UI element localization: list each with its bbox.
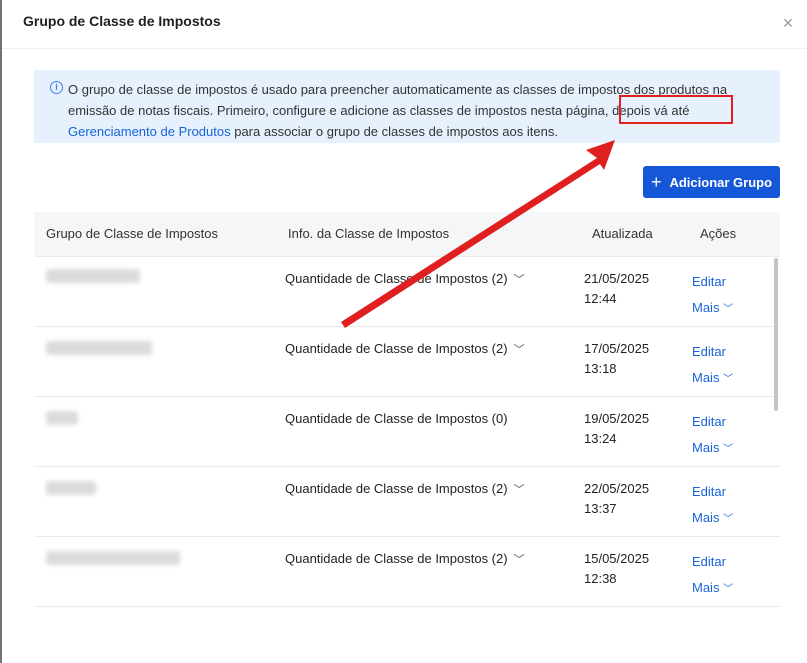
actions-cell: Editar Mais ﹀ (692, 549, 733, 603)
plus-icon: + (650, 172, 662, 192)
more-label: Mais (692, 510, 720, 525)
tax-class-quantity[interactable]: Quantidade de Classe de Impostos (2) ﹀ (285, 481, 525, 497)
tax-class-quantity[interactable]: Quantidade de Classe de Impostos (2) ﹀ (285, 551, 525, 567)
more-dropdown[interactable]: Mais ﹀ (692, 575, 733, 603)
group-name-redacted (46, 269, 140, 283)
updated-date: 21/05/2025 (584, 271, 650, 286)
edit-link[interactable]: Editar (692, 269, 733, 295)
actions-cell: Editar Mais ﹀ (692, 479, 733, 533)
more-dropdown[interactable]: Mais ﹀ (692, 505, 733, 533)
edit-link[interactable]: Editar (692, 549, 733, 575)
updated-time: 12:38 (584, 571, 617, 586)
table-header: Grupo de Classe de Impostos Info. da Cla… (34, 212, 780, 257)
group-name-redacted (46, 341, 152, 355)
tax-group-table: Grupo de Classe de Impostos Info. da Cla… (34, 212, 780, 607)
actions-cell: Editar Mais ﹀ (692, 409, 733, 463)
edit-link[interactable]: Editar (692, 339, 733, 365)
quantity-label: Quantidade de Classe de Impostos (2) (285, 271, 508, 286)
product-management-link[interactable]: Gerenciamento de Produtos (68, 124, 231, 139)
header-actions: Ações (700, 226, 737, 241)
actions-cell: Editar Mais ﹀ (692, 269, 733, 323)
chevron-down-icon: ﹀ (723, 444, 734, 455)
updated-time: 12:44 (584, 291, 617, 306)
info-icon: i (50, 81, 63, 94)
updated-cell: 21/05/2025 12:44 (584, 269, 649, 309)
quantity-label: Quantidade de Classe de Impostos (2) (285, 551, 508, 566)
table-row: Quantidade de Classe de Impostos (0) 19/… (34, 397, 780, 467)
chevron-down-icon: ﹀ (723, 374, 734, 385)
chevron-down-icon[interactable]: ﹀ (514, 551, 525, 567)
updated-cell: 22/05/2025 13:37 (584, 479, 649, 519)
more-dropdown[interactable]: Mais ﹀ (692, 435, 733, 463)
edit-link[interactable]: Editar (692, 409, 733, 435)
more-dropdown[interactable]: Mais ﹀ (692, 295, 733, 323)
chevron-down-icon[interactable]: ﹀ (514, 481, 525, 497)
add-group-button[interactable]: + Adicionar Grupo (643, 166, 780, 198)
updated-cell: 17/05/2025 13:18 (584, 339, 649, 379)
modal-header: Grupo de Classe de Impostos × (2, 0, 807, 49)
more-label: Mais (692, 580, 720, 595)
updated-time: 13:37 (584, 501, 617, 516)
chevron-down-icon: ﹀ (723, 584, 734, 595)
chevron-down-icon[interactable]: ﹀ (514, 271, 525, 287)
tax-class-quantity: Quantidade de Classe de Impostos (0) (285, 411, 508, 426)
updated-time: 13:24 (584, 431, 617, 446)
updated-date: 22/05/2025 (584, 481, 650, 496)
table-row: Quantidade de Classe de Impostos (2) ﹀ 22… (34, 467, 780, 537)
table-row: Quantidade de Classe de Impostos (2) ﹀ 21… (34, 257, 780, 327)
add-group-label: Adicionar Grupo (669, 174, 773, 190)
updated-date: 15/05/2025 (584, 551, 650, 566)
more-dropdown[interactable]: Mais ﹀ (692, 365, 733, 393)
quantity-label: Quantidade de Classe de Impostos (0) (285, 411, 508, 426)
quantity-label: Quantidade de Classe de Impostos (2) (285, 481, 508, 496)
header-updated: Atualizada (592, 226, 653, 241)
group-name-redacted (46, 411, 78, 425)
group-name-redacted (46, 481, 96, 495)
more-label: Mais (692, 440, 720, 455)
tax-class-quantity[interactable]: Quantidade de Classe de Impostos (2) ﹀ (285, 271, 525, 287)
edit-link[interactable]: Editar (692, 479, 733, 505)
actions-cell: Editar Mais ﹀ (692, 339, 733, 393)
more-label: Mais (692, 370, 720, 385)
table-scrollbar[interactable] (774, 258, 778, 411)
annotation-highlight-box (619, 95, 733, 124)
more-label: Mais (692, 300, 720, 315)
quantity-label: Quantidade de Classe de Impostos (2) (285, 341, 508, 356)
table-row: Quantidade de Classe de Impostos (2) ﹀ 15… (34, 537, 780, 607)
chevron-down-icon[interactable]: ﹀ (514, 341, 525, 357)
modal-title: Grupo de Classe de Impostos (23, 13, 221, 29)
group-name-redacted (46, 551, 180, 565)
updated-time: 13:18 (584, 361, 617, 376)
chevron-down-icon: ﹀ (723, 304, 734, 315)
updated-date: 19/05/2025 (584, 411, 650, 426)
table-row: Quantidade de Classe de Impostos (2) ﹀ 17… (34, 327, 780, 397)
info-text-after: para associar o grupo de classes de impo… (230, 124, 558, 139)
header-group: Grupo de Classe de Impostos (46, 226, 218, 241)
updated-cell: 19/05/2025 13:24 (584, 409, 649, 449)
updated-cell: 15/05/2025 12:38 (584, 549, 649, 589)
close-icon[interactable]: × (779, 14, 797, 32)
updated-date: 17/05/2025 (584, 341, 650, 356)
chevron-down-icon: ﹀ (723, 514, 734, 525)
header-info: Info. da Classe de Impostos (288, 226, 450, 241)
tax-class-quantity[interactable]: Quantidade de Classe de Impostos (2) ﹀ (285, 341, 525, 357)
